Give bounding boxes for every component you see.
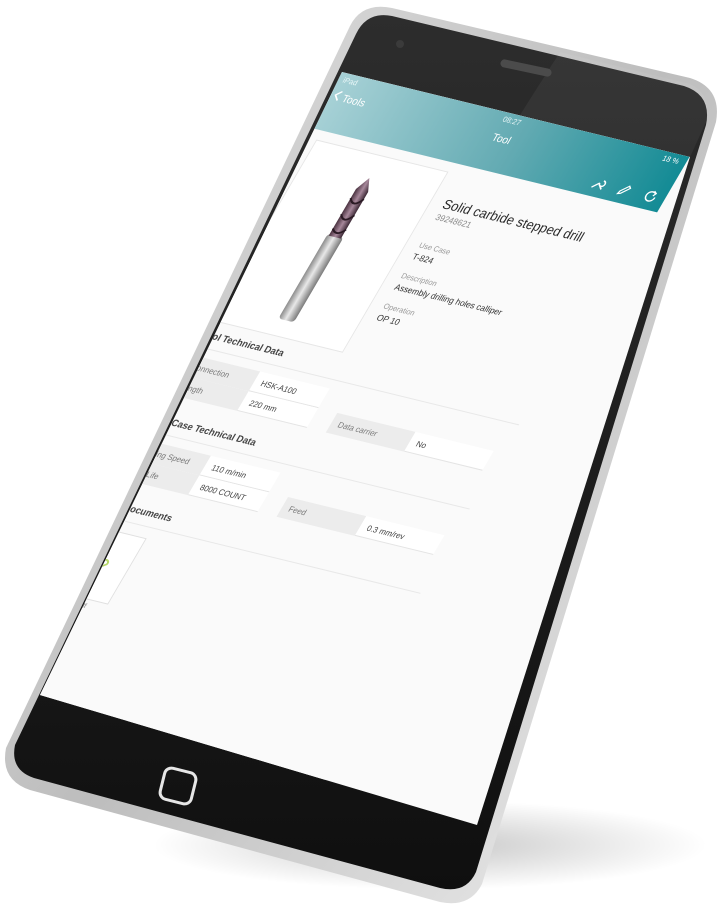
operation-value: OP 10 xyxy=(374,312,403,327)
data-carrier-key: Data carrier xyxy=(325,412,416,452)
refresh-icon[interactable] xyxy=(639,188,661,206)
feed-value: 0.3 mm/rev xyxy=(354,516,445,555)
use-case-value: T-824 xyxy=(410,251,436,266)
feed-key: Feed xyxy=(276,497,367,536)
wrench-icon[interactable] xyxy=(587,175,609,193)
data-carrier-value: No xyxy=(403,431,494,471)
pencil-icon[interactable] xyxy=(613,181,635,199)
